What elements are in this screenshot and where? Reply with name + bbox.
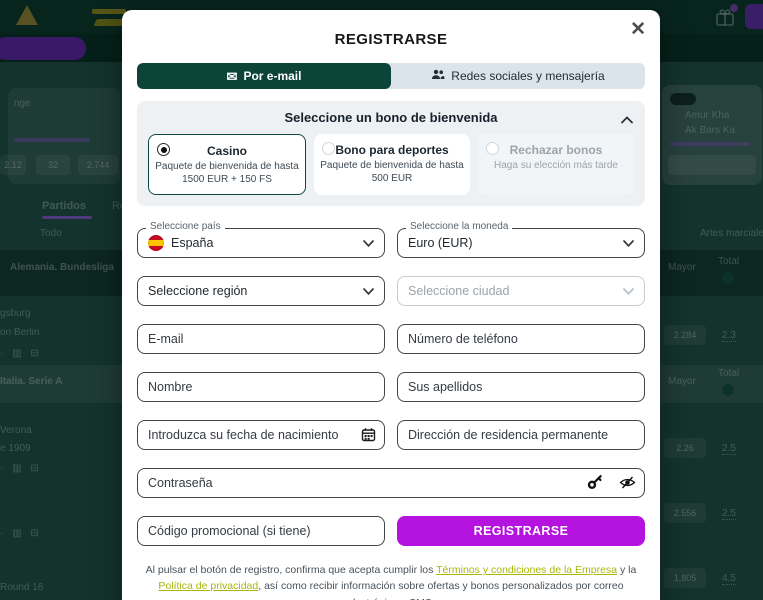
- first-name-field-wrap: [137, 372, 385, 402]
- currency-value: Euro (EUR): [408, 236, 616, 250]
- submit-wrap: REGISTRARSE: [397, 516, 645, 546]
- currency-select[interactable]: Euro (EUR): [397, 228, 645, 258]
- currency-field: Seleccione la moneda Euro (EUR): [397, 228, 645, 258]
- country-select[interactable]: España: [137, 228, 385, 258]
- registration-modal: ✕ REGISTRARSE ✉ Por e-mail Redes sociale…: [122, 10, 660, 600]
- bonus-options: Casino Paquete de bienvenida de hasta 15…: [148, 134, 634, 195]
- tab-social[interactable]: Redes sociales y mensajería: [391, 63, 645, 89]
- privacy-link[interactable]: Política de privacidad: [158, 580, 258, 592]
- city-select[interactable]: Seleccione ciudad: [397, 276, 645, 306]
- currency-label: Seleccione la moneda: [406, 221, 512, 232]
- bonus-title: Rechazar bonos: [484, 143, 628, 157]
- address-input[interactable]: [397, 420, 645, 450]
- eye-off-icon[interactable]: [619, 475, 636, 495]
- envelope-icon: ✉: [227, 70, 238, 83]
- chevron-down-icon: [363, 288, 374, 295]
- bonus-option-decline[interactable]: Rechazar bonos Haga su elección más tard…: [478, 134, 634, 195]
- email-field-wrap: [137, 324, 385, 354]
- chevron-down-icon: [623, 240, 634, 247]
- promo-code-input[interactable]: [137, 516, 385, 546]
- phone-input[interactable]: [397, 324, 645, 354]
- calendar-icon[interactable]: [361, 427, 376, 447]
- close-icon[interactable]: ✕: [626, 16, 650, 43]
- password-icons: [587, 474, 636, 495]
- radio-unselected[interactable]: [322, 142, 335, 155]
- chevron-up-icon[interactable]: [621, 111, 633, 129]
- password-field-wrap: [137, 468, 645, 498]
- bonus-panel-title: Seleccione un bono de bienvenida: [148, 110, 634, 125]
- bonus-option-sports[interactable]: Bono para deportes Paquete de bienvenida…: [314, 134, 470, 195]
- tab-label: Redes sociales y mensajería: [451, 69, 604, 83]
- tab-label: Por e-mail: [243, 69, 301, 83]
- terms-text: y la: [617, 564, 636, 576]
- promo-field-wrap: [137, 516, 385, 546]
- terms-note: Al pulsar el botón de registro, confirma…: [137, 562, 645, 600]
- key-icon[interactable]: [587, 474, 603, 495]
- region-field: Seleccione región: [137, 276, 385, 306]
- bonus-desc: Paquete de bienvenida de hasta 1500 EUR …: [155, 160, 299, 186]
- terms-text: Al pulsar el botón de registro, confirma…: [146, 564, 436, 576]
- people-icon: [431, 69, 445, 83]
- region-select[interactable]: Seleccione región: [137, 276, 385, 306]
- modal-title: REGISTRARSE: [137, 10, 645, 48]
- bonus-desc: Haga su elección más tarde: [484, 159, 628, 172]
- country-label: Seleccione país: [146, 221, 225, 232]
- first-name-input[interactable]: [137, 372, 385, 402]
- birth-date-input[interactable]: [137, 420, 385, 450]
- register-method-tabs: ✉ Por e-mail Redes sociales y mensajería: [137, 63, 645, 89]
- chevron-down-icon: [363, 240, 374, 247]
- last-name-field-wrap: [397, 372, 645, 402]
- terms-link[interactable]: Términos y condiciones de la Empresa: [436, 564, 617, 576]
- phone-field-wrap: [397, 324, 645, 354]
- city-field: Seleccione ciudad: [397, 276, 645, 306]
- radio-selected[interactable]: [157, 143, 170, 156]
- email-input[interactable]: [137, 324, 385, 354]
- address-field-wrap: [397, 420, 645, 450]
- bonus-panel: Seleccione un bono de bienvenida Casino …: [137, 101, 645, 206]
- tab-by-email[interactable]: ✉ Por e-mail: [137, 63, 391, 89]
- country-value: España: [171, 236, 356, 250]
- password-input[interactable]: [137, 468, 645, 498]
- chevron-down-icon: [623, 288, 634, 295]
- city-placeholder: Seleccione ciudad: [408, 284, 616, 298]
- register-button[interactable]: REGISTRARSE: [397, 516, 645, 546]
- birth-date-field-wrap: [137, 420, 385, 450]
- country-field: Seleccione país España: [137, 228, 385, 258]
- bonus-title: Bono para deportes: [320, 143, 464, 157]
- terms-text: , así como recibir información sobre ofe…: [258, 580, 623, 600]
- bonus-title: Casino: [155, 144, 299, 158]
- bonus-desc: Paquete de bienvenida de hasta 500 EUR: [320, 159, 464, 185]
- spain-flag-icon: [148, 235, 164, 251]
- bonus-option-casino[interactable]: Casino Paquete de bienvenida de hasta 15…: [148, 134, 306, 195]
- region-placeholder: Seleccione región: [148, 284, 356, 298]
- last-name-input[interactable]: [397, 372, 645, 402]
- radio-unselected[interactable]: [486, 142, 499, 155]
